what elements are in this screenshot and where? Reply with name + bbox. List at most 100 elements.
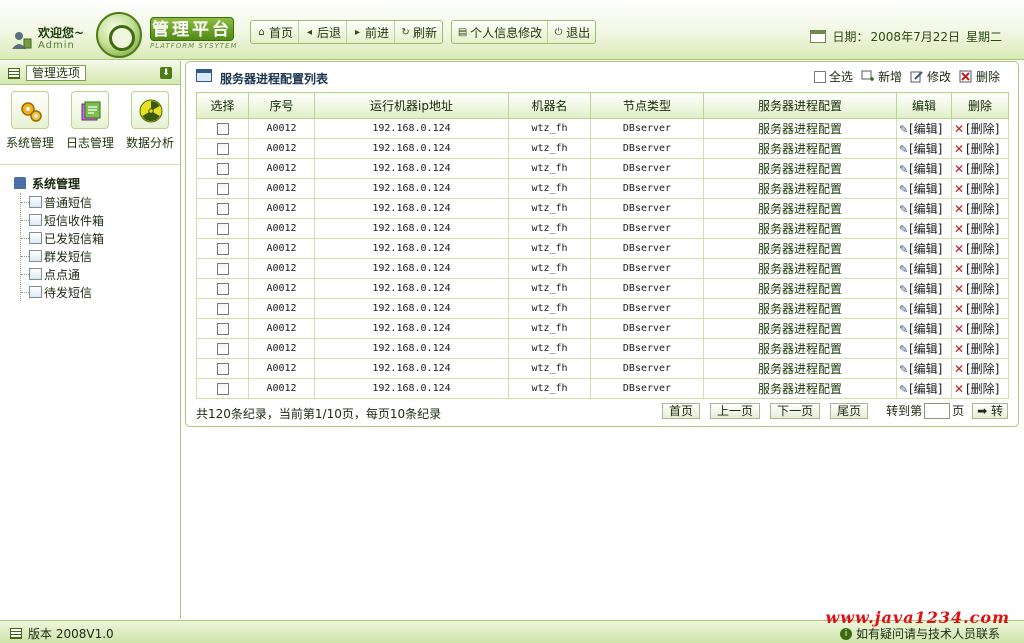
row-config-link[interactable]: 服务器进程配置 (703, 278, 897, 299)
row-select-cell (196, 238, 249, 259)
row-delete-link[interactable]: [删除] (966, 202, 999, 216)
modify-button[interactable]: 修改 (910, 68, 951, 85)
forward-button[interactable]: ▸ 前进 (347, 21, 396, 43)
collapse-arrow-icon[interactable]: ⬇ (160, 67, 172, 79)
row-delete-link[interactable]: [删除] (966, 302, 999, 316)
row-edit-link[interactable]: [编辑] (909, 382, 942, 396)
row-config-link[interactable]: 服务器进程配置 (703, 238, 897, 259)
next-page-button[interactable]: 下一页 (770, 402, 821, 419)
row-select-cell (196, 198, 249, 219)
row-config-link[interactable]: 服务器进程配置 (703, 218, 897, 239)
select-all-checkbox[interactable]: 全选 (813, 68, 853, 85)
row-checkbox[interactable] (216, 182, 229, 195)
tree-item-inbox[interactable]: 短信收件箱 (21, 211, 180, 229)
row-delete-link[interactable]: [删除] (966, 162, 999, 176)
row-config-link[interactable]: 服务器进程配置 (703, 298, 897, 319)
row-config-link[interactable]: 服务器进程配置 (703, 198, 897, 219)
row-checkbox[interactable] (216, 242, 229, 255)
row-delete-link[interactable]: [删除] (966, 142, 999, 156)
tree-item-p2p[interactable]: 点点通 (21, 265, 180, 283)
row-edit-link[interactable]: [编辑] (909, 182, 942, 196)
row-delete-link[interactable]: [删除] (966, 282, 999, 296)
row-checkbox[interactable] (216, 202, 229, 215)
row-checkbox[interactable] (216, 362, 229, 375)
tree-item-pending-sms[interactable]: 待发短信 (21, 283, 180, 301)
help-icon: i (839, 627, 852, 640)
row-edit-link[interactable]: [编辑] (909, 202, 942, 216)
row-delete-link[interactable]: [删除] (966, 382, 999, 396)
tree-item-sent[interactable]: 已发短信箱 (21, 229, 180, 247)
goto-button[interactable]: ➡ 转 (972, 402, 1008, 419)
row-select-cell (196, 138, 249, 159)
row-config-link[interactable]: 服务器进程配置 (703, 258, 897, 279)
tree-item-normal-sms[interactable]: 普通短信 (21, 193, 180, 211)
row-edit-link[interactable]: [编辑] (909, 142, 942, 156)
tree-root-system-management[interactable]: 系统管理 (14, 173, 180, 193)
row-checkbox[interactable] (216, 162, 229, 175)
back-label: 后退 (317, 25, 342, 40)
row-delete-link[interactable]: [删除] (966, 122, 999, 136)
profile-edit-button[interactable]: ▤ 个人信息修改 (452, 21, 549, 43)
row-config-link[interactable]: 服务器进程配置 (703, 338, 897, 359)
row-select-cell (196, 318, 249, 339)
module-log-management[interactable]: 日志管理 (62, 91, 118, 164)
row-edit-link[interactable]: [编辑] (909, 222, 942, 236)
row-config-link[interactable]: 服务器进程配置 (703, 118, 897, 139)
row-node-type: DBserver (590, 138, 704, 159)
row-checkbox[interactable] (216, 342, 229, 355)
module-data-analysis[interactable]: 数据分析 (122, 91, 178, 164)
row-edit-link[interactable]: [编辑] (909, 282, 942, 296)
logout-icon: ⏻ (554, 26, 563, 38)
row-delete-link[interactable]: [删除] (966, 342, 999, 356)
back-button[interactable]: ◂ 后退 (299, 21, 348, 43)
last-page-button[interactable]: 尾页 (830, 402, 869, 419)
row-edit-link[interactable]: [编辑] (909, 262, 942, 276)
pencil-icon: ✎ (899, 183, 909, 196)
add-label: 新增 (877, 70, 902, 84)
row-edit-link[interactable]: [编辑] (909, 322, 942, 336)
row-edit-link[interactable]: [编辑] (909, 342, 942, 356)
row-checkbox[interactable] (216, 262, 229, 275)
tree-item-group-sms[interactable]: 群发短信 (21, 247, 180, 265)
row-checkbox[interactable] (216, 322, 229, 335)
goto-page-input[interactable] (924, 402, 951, 419)
row-config-link[interactable]: 服务器进程配置 (703, 358, 897, 379)
row-config-link[interactable]: 服务器进程配置 (703, 318, 897, 339)
row-delete-link[interactable]: [删除] (966, 262, 999, 276)
row-seq: A0012 (248, 298, 315, 319)
table-body: A0012 192.168.0.124 wtz_fh DBserver 服务器进程配置 ✎… (196, 118, 1009, 399)
row-delete-link[interactable]: [删除] (966, 222, 999, 236)
row-delete-link[interactable]: [删除] (966, 362, 999, 376)
col-delete: 删除 (951, 92, 1009, 119)
row-edit-cell: ✎[编辑] (896, 118, 952, 139)
row-ip: 192.168.0.124 (314, 158, 509, 179)
row-checkbox[interactable] (216, 122, 229, 135)
row-edit-link[interactable]: [编辑] (909, 362, 942, 376)
module-system-management[interactable]: 系统管理 (2, 91, 58, 164)
row-config-link[interactable]: 服务器进程配置 (703, 378, 897, 399)
row-edit-link[interactable]: [编辑] (909, 302, 942, 316)
row-edit-link[interactable]: [编辑] (909, 162, 942, 176)
row-config-link[interactable]: 服务器进程配置 (703, 158, 897, 179)
row-config-link[interactable]: 服务器进程配置 (703, 178, 897, 199)
refresh-button[interactable]: ↻ 刷新 (395, 21, 442, 43)
delete-button[interactable]: 删除 (959, 68, 1000, 85)
row-checkbox[interactable] (216, 382, 229, 395)
prev-page-button[interactable]: 上一页 (710, 402, 761, 419)
row-checkbox[interactable] (216, 142, 229, 155)
row-checkbox[interactable] (216, 222, 229, 235)
home-button[interactable]: ⌂ 首页 (251, 21, 300, 43)
row-config-link[interactable]: 服务器进程配置 (703, 138, 897, 159)
add-button[interactable]: 新增 (861, 68, 902, 85)
first-page-button[interactable]: 首页 (662, 402, 701, 419)
row-machine: wtz_fh (508, 258, 591, 279)
help-link[interactable]: i 如有疑问请与技术人员联系 (839, 625, 1000, 642)
row-edit-link[interactable]: [编辑] (909, 122, 942, 136)
row-delete-link[interactable]: [删除] (966, 242, 999, 256)
row-checkbox[interactable] (216, 282, 229, 295)
row-delete-link[interactable]: [删除] (966, 182, 999, 196)
logout-button[interactable]: ⏻ 退出 (548, 21, 595, 43)
row-edit-link[interactable]: [编辑] (909, 242, 942, 256)
row-delete-link[interactable]: [删除] (966, 322, 999, 336)
row-checkbox[interactable] (216, 302, 229, 315)
